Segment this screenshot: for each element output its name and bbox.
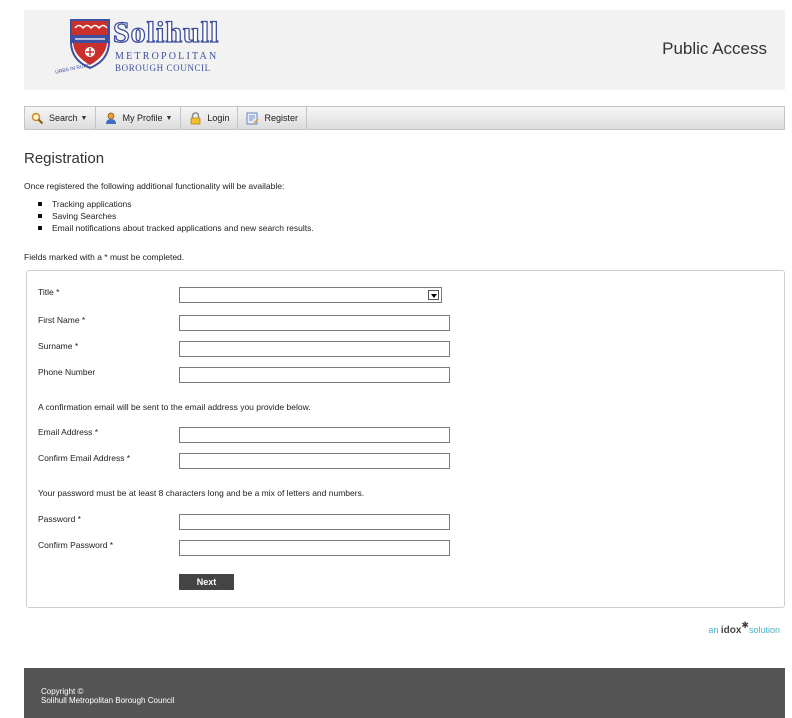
site-footer: Copyright © Solihull Metropolitan Boroug… [24, 668, 785, 718]
idox-brand: idox [720, 625, 742, 636]
nav-register-label: Register [264, 113, 298, 123]
dropdown-arrow-icon[interactable] [428, 290, 439, 300]
title-select[interactable] [179, 287, 442, 303]
search-icon [31, 112, 44, 125]
confirm-password-label: Confirm Password * [38, 540, 114, 550]
register-form-icon [246, 112, 259, 125]
chevron-down-icon: ▼ [80, 114, 88, 122]
site-title: Public Access [662, 39, 767, 58]
phone-label: Phone Number [38, 367, 96, 377]
intro-text: Once registered the following additional… [24, 181, 285, 191]
next-button[interactable]: Next [179, 574, 234, 590]
confirm-password-field[interactable] [179, 540, 450, 556]
feature-list: Tracking applications Saving Searches Em… [38, 198, 314, 234]
email-confirmation-note: A confirmation email will be sent to the… [38, 402, 311, 412]
site-header: Solihull METROPOLITAN BOROUGH COUNCIL UR… [24, 10, 785, 90]
idox-star-icon: ✱ [741, 620, 749, 630]
nav-my-profile-label: My Profile [122, 113, 163, 123]
nav-login[interactable]: Login [181, 107, 239, 129]
list-item: Email notifications about tracked applic… [38, 222, 314, 234]
copyright-line-2: Solihull Metropolitan Borough Council [41, 696, 175, 705]
bullet-icon [38, 226, 42, 230]
bullet-icon [38, 202, 42, 206]
page-title: Registration [24, 150, 105, 167]
copyright-text: Copyright © Solihull Metropolitan Boroug… [41, 687, 174, 705]
required-fields-note: Fields marked with a * must be completed… [24, 252, 185, 262]
page: Solihull METROPOLITAN BOROUGH COUNCIL UR… [0, 0, 792, 718]
confirm-email-label: Confirm Email Address * [38, 453, 131, 463]
first-name-label: First Name * [38, 315, 86, 325]
feature-text: Saving Searches [52, 211, 117, 221]
logo-wordmark: Solihull [112, 15, 220, 49]
confirm-email-field[interactable] [179, 453, 450, 469]
feature-text: Tracking applications [52, 199, 132, 209]
password-rules-note: Your password must be at least 8 charact… [38, 488, 365, 498]
logo-subtitle-1: METROPOLITAN [115, 51, 219, 62]
nav-my-profile[interactable]: My Profile ▼ [96, 107, 182, 129]
email-label: Email Address * [38, 427, 98, 437]
council-logo[interactable]: Solihull METROPOLITAN BOROUGH COUNCIL UR… [45, 15, 231, 76]
list-item: Tracking applications [38, 198, 314, 210]
surname-label: Surname * [38, 341, 79, 351]
main-navbar: Search ▼ My Profile ▼ Login Register [24, 106, 785, 130]
chevron-down-icon: ▼ [165, 114, 173, 122]
surname-field[interactable] [179, 341, 450, 357]
lock-icon [189, 111, 202, 125]
idox-prefix: an [708, 625, 719, 635]
password-field[interactable] [179, 514, 450, 530]
first-name-field[interactable] [179, 315, 450, 331]
nav-login-label: Login [207, 113, 230, 123]
feature-text: Email notifications about tracked applic… [52, 223, 314, 233]
phone-field[interactable] [179, 367, 450, 383]
nav-search[interactable]: Search ▼ [25, 107, 97, 129]
bullet-icon [38, 214, 42, 218]
list-item: Saving Searches [38, 210, 314, 222]
email-field[interactable] [179, 427, 450, 443]
password-label: Password * [38, 514, 81, 524]
user-icon [104, 112, 117, 125]
idox-solution-logo[interactable]: an idox✱solution [708, 620, 780, 636]
title-label: Title * [38, 287, 60, 297]
idox-suffix: solution [748, 625, 780, 635]
copyright-line-1: Copyright © [41, 687, 84, 696]
logo-subtitle-2: BOROUGH COUNCIL [115, 63, 211, 73]
nav-search-label: Search [49, 113, 78, 123]
nav-register[interactable]: Register [238, 107, 307, 129]
